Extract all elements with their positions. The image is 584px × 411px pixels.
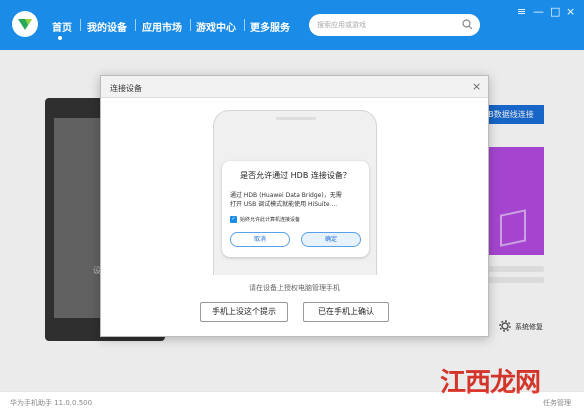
prompt-body-line: 打开 USB 调试模式就能使用 HiSuite ... — [230, 201, 338, 208]
close-icon[interactable]: × — [566, 6, 575, 17]
version-label: 华为手机助手 11.0.0.500 — [10, 399, 93, 407]
prompt-body: 通过 HDB (Huawei Data Bridge)，无需 打开 USB 调试… — [230, 191, 364, 209]
prompt-confirm-button[interactable]: 确定 — [301, 232, 361, 247]
app-logo — [12, 11, 38, 37]
nav-home[interactable]: 首页 — [52, 19, 72, 34]
dialog-title: 连接设备 — [110, 84, 142, 93]
prompt-body-line: 通过 HDB (Huawei Data Bridge)，无需 — [230, 192, 342, 199]
task-manager-link[interactable]: 任务管理 — [543, 398, 571, 408]
maximize-icon[interactable]: □ — [550, 6, 560, 17]
nav-separator — [80, 19, 81, 31]
connect-device-dialog: 连接设备 × 是否允许通过 HDB 连接设备？ 通过 HDB (Huawei D… — [100, 75, 489, 337]
logo-icon — [18, 19, 32, 30]
nav-active-indicator — [58, 36, 62, 40]
phone-notch — [276, 117, 316, 120]
nav-separator — [135, 19, 136, 31]
nav-separator — [190, 19, 191, 31]
menu-icon[interactable]: ≡ — [517, 6, 526, 17]
authorize-hint: 请在设备上授权电脑管理手机 — [249, 284, 340, 292]
minimize-icon[interactable]: — — [533, 6, 544, 17]
nav-app-market[interactable]: 应用市场 — [142, 19, 182, 34]
prompt-cancel-button[interactable]: 取消 — [230, 232, 290, 247]
nav-game-center[interactable]: 游戏中心 — [196, 19, 236, 34]
always-allow-label: 始终允许此计算机连接设备 — [240, 217, 301, 223]
prompt-title: 是否允许通过 HDB 连接设备？ — [240, 171, 351, 180]
phone-illustration: 是否允许通过 HDB 连接设备？ 通过 HDB (Huawei Data Bri… — [213, 110, 377, 275]
always-allow-checkbox[interactable]: ✓ — [230, 216, 237, 223]
confirmed-on-phone-button[interactable]: 已在手机上确认 — [303, 302, 389, 322]
search-input[interactable]: 搜索应用或游戏 — [317, 20, 366, 30]
no-prompt-button[interactable]: 手机上没这个提示 — [200, 302, 288, 322]
nav-more-services[interactable]: 更多服务 — [250, 19, 290, 34]
hdb-permission-prompt: 是否允许通过 HDB 连接设备？ 通过 HDB (Huawei Data Bri… — [222, 161, 369, 257]
top-bar: 首页 我的设备 应用市场 游戏中心 更多服务 搜索应用或游戏 ≡ — □ × — [0, 0, 584, 50]
nav-my-devices[interactable]: 我的设备 — [87, 19, 127, 34]
nav-separator — [244, 19, 245, 31]
search-box[interactable]: 搜索应用或游戏 — [309, 14, 480, 36]
search-icon[interactable] — [462, 19, 473, 30]
close-icon[interactable]: × — [472, 80, 481, 93]
dialog-header: 连接设备 × — [101, 76, 488, 98]
